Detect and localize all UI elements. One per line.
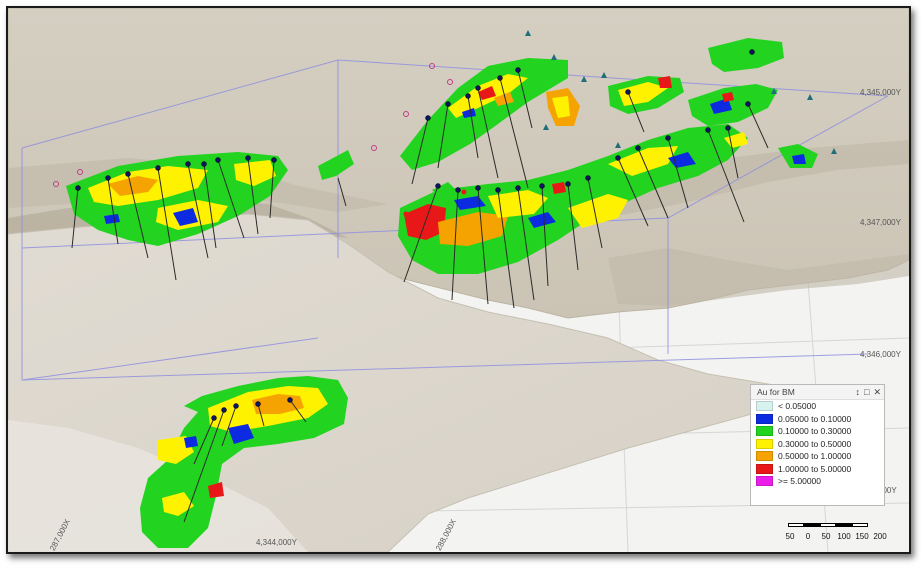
legend-header[interactable]: Au for BM ↕ □ ✕ [751, 385, 884, 400]
legend-swatch [756, 413, 773, 424]
legend-label: 1.00000 to 5.00000 [778, 463, 852, 474]
legend-label: < 0.05000 [778, 401, 817, 412]
legend-item: 0.30000 to 0.50000 [751, 438, 884, 451]
legend-title: Au for BM [757, 387, 795, 397]
legend-swatch [756, 451, 773, 462]
scale-label: 0 [805, 532, 811, 541]
coord-label-y-4347000: 4,347,000Y [860, 218, 901, 227]
legend-panel[interactable]: Au for BM ↕ □ ✕ < 0.05000 0.05000 to 0.1… [750, 384, 885, 506]
legend-item: >= 5.00000 [751, 475, 884, 488]
viewport-3d[interactable]: 4,345,000Y 4,347,000Y 4,346,000Y 000Y 28… [6, 6, 911, 554]
scale-bar-segment [852, 523, 868, 527]
legend-label: >= 5.00000 [778, 476, 822, 487]
legend-label: 0.10000 to 0.30000 [778, 426, 852, 437]
restore-icon[interactable]: □ [864, 385, 869, 399]
legend-label: 0.05000 to 0.10000 [778, 413, 852, 424]
coord-label-y-4345000: 4,345,000Y [860, 88, 901, 97]
scale-label: 200 [873, 532, 887, 541]
scale-label: 50 [821, 532, 831, 541]
legend-label: 0.50000 to 1.00000 [778, 451, 852, 462]
scale-bar-segment [820, 523, 836, 527]
legend-item: 0.10000 to 0.30000 [751, 425, 884, 438]
legend-item: 0.05000 to 0.10000 [751, 413, 884, 426]
close-icon[interactable]: ✕ [873, 385, 881, 399]
legend-swatch [756, 438, 773, 449]
scale-bar-segment [788, 523, 804, 527]
legend-item: 1.00000 to 5.00000 [751, 463, 884, 476]
legend-label: 0.30000 to 0.50000 [778, 438, 852, 449]
legend-swatch [756, 476, 773, 487]
scale-bar-segment [836, 523, 852, 527]
legend-swatch [756, 463, 773, 474]
legend-item: < 0.05000 [751, 400, 884, 413]
scale-label: 100 [837, 532, 851, 541]
coord-label-x-4344000: 4,344,000Y [256, 538, 297, 547]
coord-label-y-4346000: 4,346,000Y [860, 350, 901, 359]
legend-item: 0.50000 to 1.00000 [751, 450, 884, 463]
legend-swatch [756, 426, 773, 437]
scale-bar: 50 0 50 100 150 200 [784, 523, 887, 549]
scale-label: 150 [855, 532, 869, 541]
legend-swatch [756, 401, 773, 412]
scale-bar-segment [804, 523, 820, 527]
scale-label: 50 [785, 532, 795, 541]
pin-icon[interactable]: ↕ [856, 385, 861, 399]
